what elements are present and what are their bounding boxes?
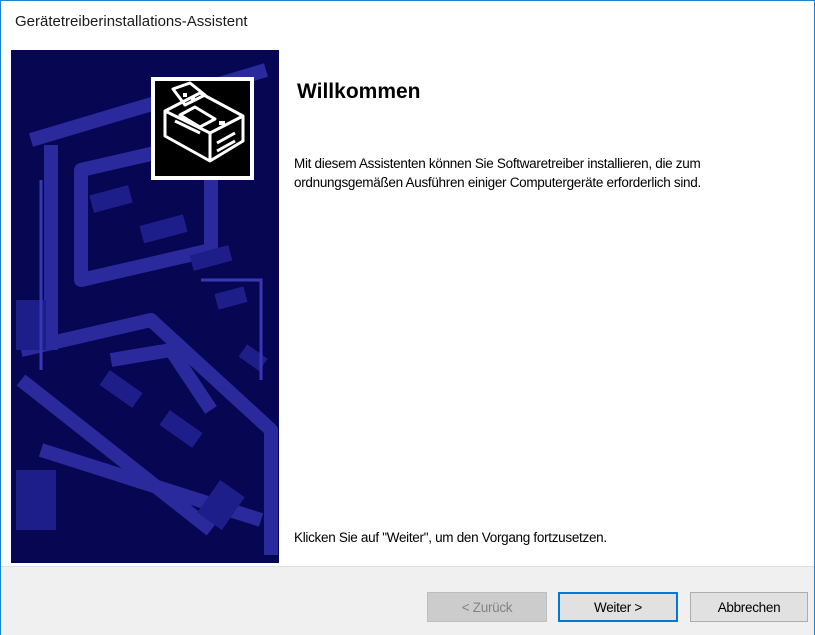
title-bar[interactable]: Gerätetreiberinstallations-Assistent (1, 1, 814, 42)
wizard-window: Gerätetreiberinstallations-Assistent Wil… (0, 0, 815, 635)
hardware-device-icon (151, 77, 254, 180)
description-text: Mit diesem Assistenten können Sie Softwa… (294, 156, 701, 190)
wizard-banner (11, 50, 279, 563)
window-title: Gerätetreiberinstallations-Assistent (15, 13, 248, 30)
back-button[interactable]: < Zurück (427, 592, 547, 622)
next-button[interactable]: Weiter > (558, 592, 678, 622)
cancel-button[interactable]: Abbrechen (690, 592, 808, 622)
page-title: Willkommen (297, 80, 421, 103)
continue-hint-text: Klicken Sie auf "Weiter", um den Vorgang… (294, 530, 607, 545)
button-bar: < Zurück Weiter > Abbrechen (1, 566, 814, 635)
wizard-content: Willkommen Mit diesem Assistenten können… (279, 50, 803, 563)
